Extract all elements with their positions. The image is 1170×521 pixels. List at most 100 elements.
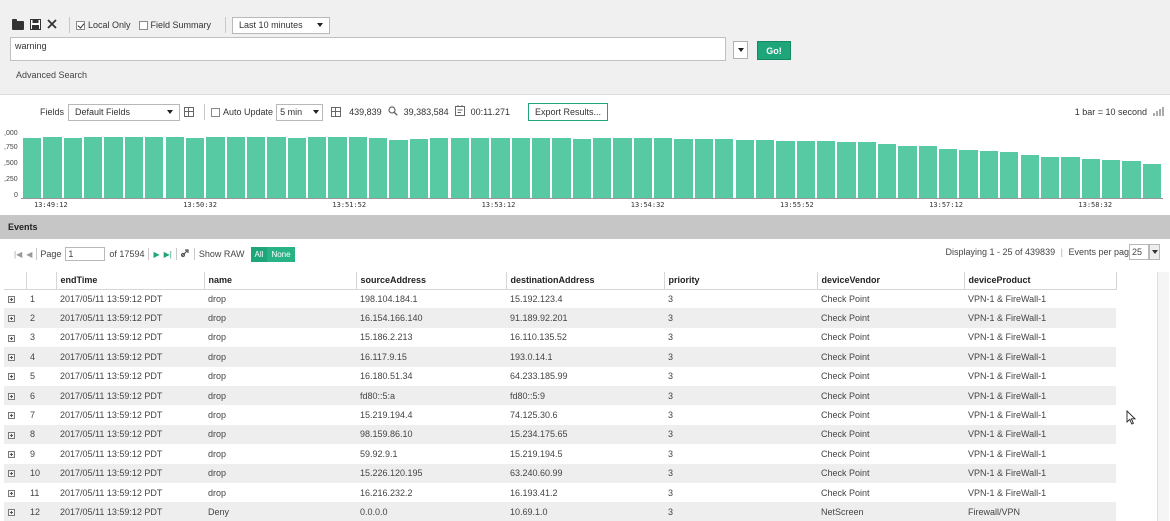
histogram-bar[interactable] bbox=[348, 137, 368, 198]
previous-page-icon[interactable]: ◀ bbox=[26, 250, 32, 259]
histogram-bar[interactable] bbox=[898, 146, 917, 198]
floppy-disk-icon[interactable] bbox=[30, 18, 41, 32]
histogram-bar[interactable] bbox=[816, 141, 836, 198]
table-row[interactable]: 3 2017/05/11 13:59:12 PDT drop 15.186.2.213… bbox=[4, 328, 1116, 347]
histogram-bar[interactable] bbox=[185, 137, 205, 198]
column-header-priority[interactable]: priority bbox=[664, 272, 818, 290]
expand-row-icon[interactable] bbox=[8, 470, 15, 478]
histogram-bar[interactable] bbox=[552, 138, 571, 198]
histogram-bar[interactable] bbox=[1061, 157, 1080, 198]
expand-row-icon[interactable] bbox=[8, 334, 15, 342]
expand-row-icon[interactable] bbox=[8, 353, 15, 361]
column-header-deviceproduct[interactable]: deviceProduct bbox=[964, 272, 1117, 290]
expand-row-icon[interactable] bbox=[8, 431, 15, 439]
refresh-icon[interactable] bbox=[180, 248, 190, 260]
histogram-bar[interactable] bbox=[1081, 158, 1100, 198]
histogram-bar[interactable] bbox=[878, 143, 897, 198]
time-range-select[interactable]: Last 10 minutes bbox=[232, 16, 331, 34]
last-page-icon[interactable]: ▶| bbox=[164, 250, 172, 259]
histogram-bar[interactable] bbox=[308, 137, 327, 198]
table-row[interactable]: 11 2017/05/11 13:59:12 PDT drop 16.216.232.… bbox=[4, 483, 1116, 502]
histogram-bar[interactable] bbox=[328, 136, 347, 198]
histogram-bar[interactable] bbox=[430, 138, 449, 198]
table-row[interactable]: 9 2017/05/11 13:59:12 PDT drop 59.92.9.1 15.… bbox=[4, 444, 1116, 463]
histogram-bar[interactable] bbox=[918, 146, 938, 198]
histogram-bar[interactable] bbox=[1040, 156, 1060, 198]
histogram-bar[interactable] bbox=[124, 137, 144, 198]
histogram-bar[interactable] bbox=[84, 136, 103, 198]
histogram-bar[interactable] bbox=[939, 149, 958, 198]
histogram-bar[interactable] bbox=[287, 137, 306, 198]
column-header-destinationaddress[interactable]: destinationAddress bbox=[506, 272, 665, 290]
advanced-search-link[interactable]: Advanced Search bbox=[16, 70, 87, 80]
histogram-bar[interactable] bbox=[694, 138, 714, 198]
histogram-bar[interactable] bbox=[1142, 164, 1161, 198]
histogram-bar[interactable] bbox=[1020, 154, 1039, 198]
table-row[interactable]: 5 2017/05/11 13:59:12 PDT drop 16.180.51.34… bbox=[4, 367, 1116, 386]
histogram-bar[interactable] bbox=[796, 140, 815, 198]
histogram-bar[interactable] bbox=[267, 137, 286, 198]
histogram-bar[interactable] bbox=[389, 139, 408, 198]
local-only-checkbox[interactable] bbox=[76, 20, 85, 30]
column-header-name[interactable]: name bbox=[204, 272, 357, 290]
histogram-bar[interactable] bbox=[450, 138, 469, 198]
events-per-page-select[interactable]: 25 bbox=[1129, 244, 1160, 260]
close-icon[interactable] bbox=[47, 19, 57, 31]
histogram-bar[interactable] bbox=[63, 137, 83, 198]
histogram-bar[interactable] bbox=[654, 138, 673, 198]
next-page-icon[interactable]: ▶ bbox=[153, 250, 159, 259]
expand-row-icon[interactable] bbox=[8, 489, 15, 497]
show-none-button[interactable]: None bbox=[267, 246, 295, 262]
expand-row-icon[interactable] bbox=[8, 373, 15, 381]
field-summary-checkbox[interactable] bbox=[138, 20, 148, 30]
table-row[interactable]: 10 2017/05/11 13:59:12 PDT drop 15.226.120.… bbox=[4, 463, 1116, 483]
search-query-input[interactable]: warning bbox=[10, 37, 726, 61]
first-page-icon[interactable]: |◀ bbox=[14, 250, 22, 259]
table-row[interactable]: 1 2017/05/11 13:59:12 PDT drop 198.104.184.… bbox=[4, 289, 1116, 308]
histogram-bar[interactable] bbox=[104, 136, 123, 198]
table-row[interactable]: 12 2017/05/11 13:59:12 PDT Deny 0.0.0.0 10.6… bbox=[4, 502, 1116, 521]
auto-update-interval-select[interactable]: 5 min bbox=[276, 103, 324, 121]
table-row[interactable]: 7 2017/05/11 13:59:12 PDT drop 15.219.194.4… bbox=[4, 405, 1116, 424]
chevron-down-icon[interactable] bbox=[1149, 244, 1160, 260]
histogram-bar[interactable] bbox=[206, 137, 225, 198]
histogram-bar[interactable] bbox=[837, 142, 856, 198]
histogram-bar[interactable] bbox=[755, 140, 775, 198]
auto-update-checkbox[interactable] bbox=[211, 107, 221, 117]
histogram-bar[interactable] bbox=[369, 137, 388, 198]
histogram-bar[interactable] bbox=[674, 138, 693, 198]
histogram-bar[interactable] bbox=[613, 138, 632, 198]
table-row[interactable]: 2 2017/05/11 13:59:12 PDT drop 16.154.166.1… bbox=[4, 308, 1116, 328]
histogram-bar[interactable] bbox=[470, 137, 490, 198]
histogram-bar[interactable] bbox=[1000, 151, 1019, 198]
histogram-bar[interactable] bbox=[491, 137, 510, 198]
histogram-bar[interactable] bbox=[1122, 161, 1141, 198]
expand-row-icon[interactable] bbox=[8, 296, 15, 304]
expand-row-icon[interactable] bbox=[8, 509, 15, 517]
table-row[interactable]: 4 2017/05/11 13:59:12 PDT drop 16.117.9.15 1… bbox=[4, 347, 1116, 367]
histogram-bar[interactable] bbox=[715, 138, 734, 198]
page-number-input[interactable]: 1 bbox=[65, 247, 106, 261]
bar-chart-icon[interactable] bbox=[1153, 106, 1165, 118]
histogram-bar[interactable] bbox=[572, 138, 591, 198]
expand-row-icon[interactable] bbox=[8, 412, 15, 420]
histogram-bar[interactable] bbox=[511, 138, 530, 198]
expand-row-icon[interactable] bbox=[8, 392, 15, 400]
histogram-bar[interactable] bbox=[246, 136, 266, 198]
histogram-bar[interactable] bbox=[776, 140, 795, 198]
table-row[interactable]: 8 2017/05/11 13:59:12 PDT drop 98.159.86.10… bbox=[4, 424, 1116, 445]
histogram-bar[interactable] bbox=[735, 139, 754, 198]
histogram-bar[interactable] bbox=[226, 136, 245, 198]
histogram-bar[interactable] bbox=[1101, 159, 1121, 198]
histogram-bar[interactable] bbox=[409, 138, 429, 198]
histogram-bar[interactable] bbox=[593, 138, 612, 198]
show-all-button[interactable]: All bbox=[250, 246, 268, 262]
expand-row-icon[interactable] bbox=[8, 450, 15, 458]
histogram-bar[interactable] bbox=[857, 142, 876, 198]
field-chooser-icon[interactable] bbox=[184, 107, 195, 117]
export-results-button[interactable]: Export Results... bbox=[528, 103, 609, 121]
column-header-endtime[interactable]: endTime bbox=[56, 272, 205, 290]
query-history-dropdown[interactable] bbox=[733, 41, 748, 59]
histogram-bar[interactable] bbox=[979, 151, 999, 198]
histogram-bar[interactable] bbox=[633, 137, 653, 198]
